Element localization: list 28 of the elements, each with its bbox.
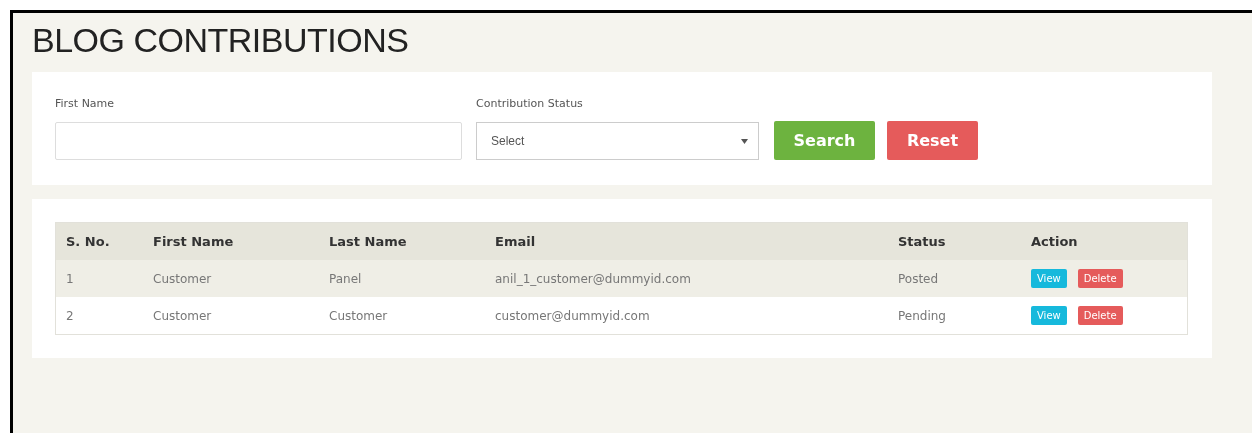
- search-button[interactable]: Search: [774, 121, 875, 160]
- column-header: First Name: [143, 222, 319, 260]
- table-cell: Customer: [319, 297, 485, 335]
- table-cell: customer@dummyid.com: [485, 297, 888, 335]
- first-name-field[interactable]: [55, 122, 462, 160]
- column-header: Action: [1021, 222, 1188, 260]
- table-cell: Panel: [319, 260, 485, 297]
- delete-button[interactable]: Delete: [1077, 306, 1123, 325]
- column-header: Status: [888, 222, 1021, 260]
- column-header: S. No.: [55, 222, 143, 260]
- table-cell: Pending: [888, 297, 1021, 335]
- caret-icon: [741, 138, 748, 144]
- status-dropdown[interactable]: Select: [476, 122, 759, 160]
- table-cell: Posted: [888, 260, 1021, 297]
- page-title: BLOG CONTRIBUTIONS: [32, 20, 409, 60]
- column-header: Email: [485, 222, 888, 260]
- view-button[interactable]: View: [1031, 306, 1067, 325]
- reset-button[interactable]: Reset: [887, 121, 978, 160]
- field-label: Contribution Status: [476, 97, 584, 110]
- column-header: Last Name: [319, 222, 485, 260]
- table-cell: 1: [55, 260, 143, 297]
- field-label: First Name: [55, 97, 116, 110]
- table-cell: Customer: [143, 297, 319, 335]
- table-cell: anil_1_customer@dummyid.com: [485, 260, 888, 297]
- view-button[interactable]: View: [1031, 269, 1067, 288]
- table-cell: 2: [55, 297, 143, 335]
- table-cell: Customer: [143, 260, 319, 297]
- delete-button[interactable]: Delete: [1077, 269, 1123, 288]
